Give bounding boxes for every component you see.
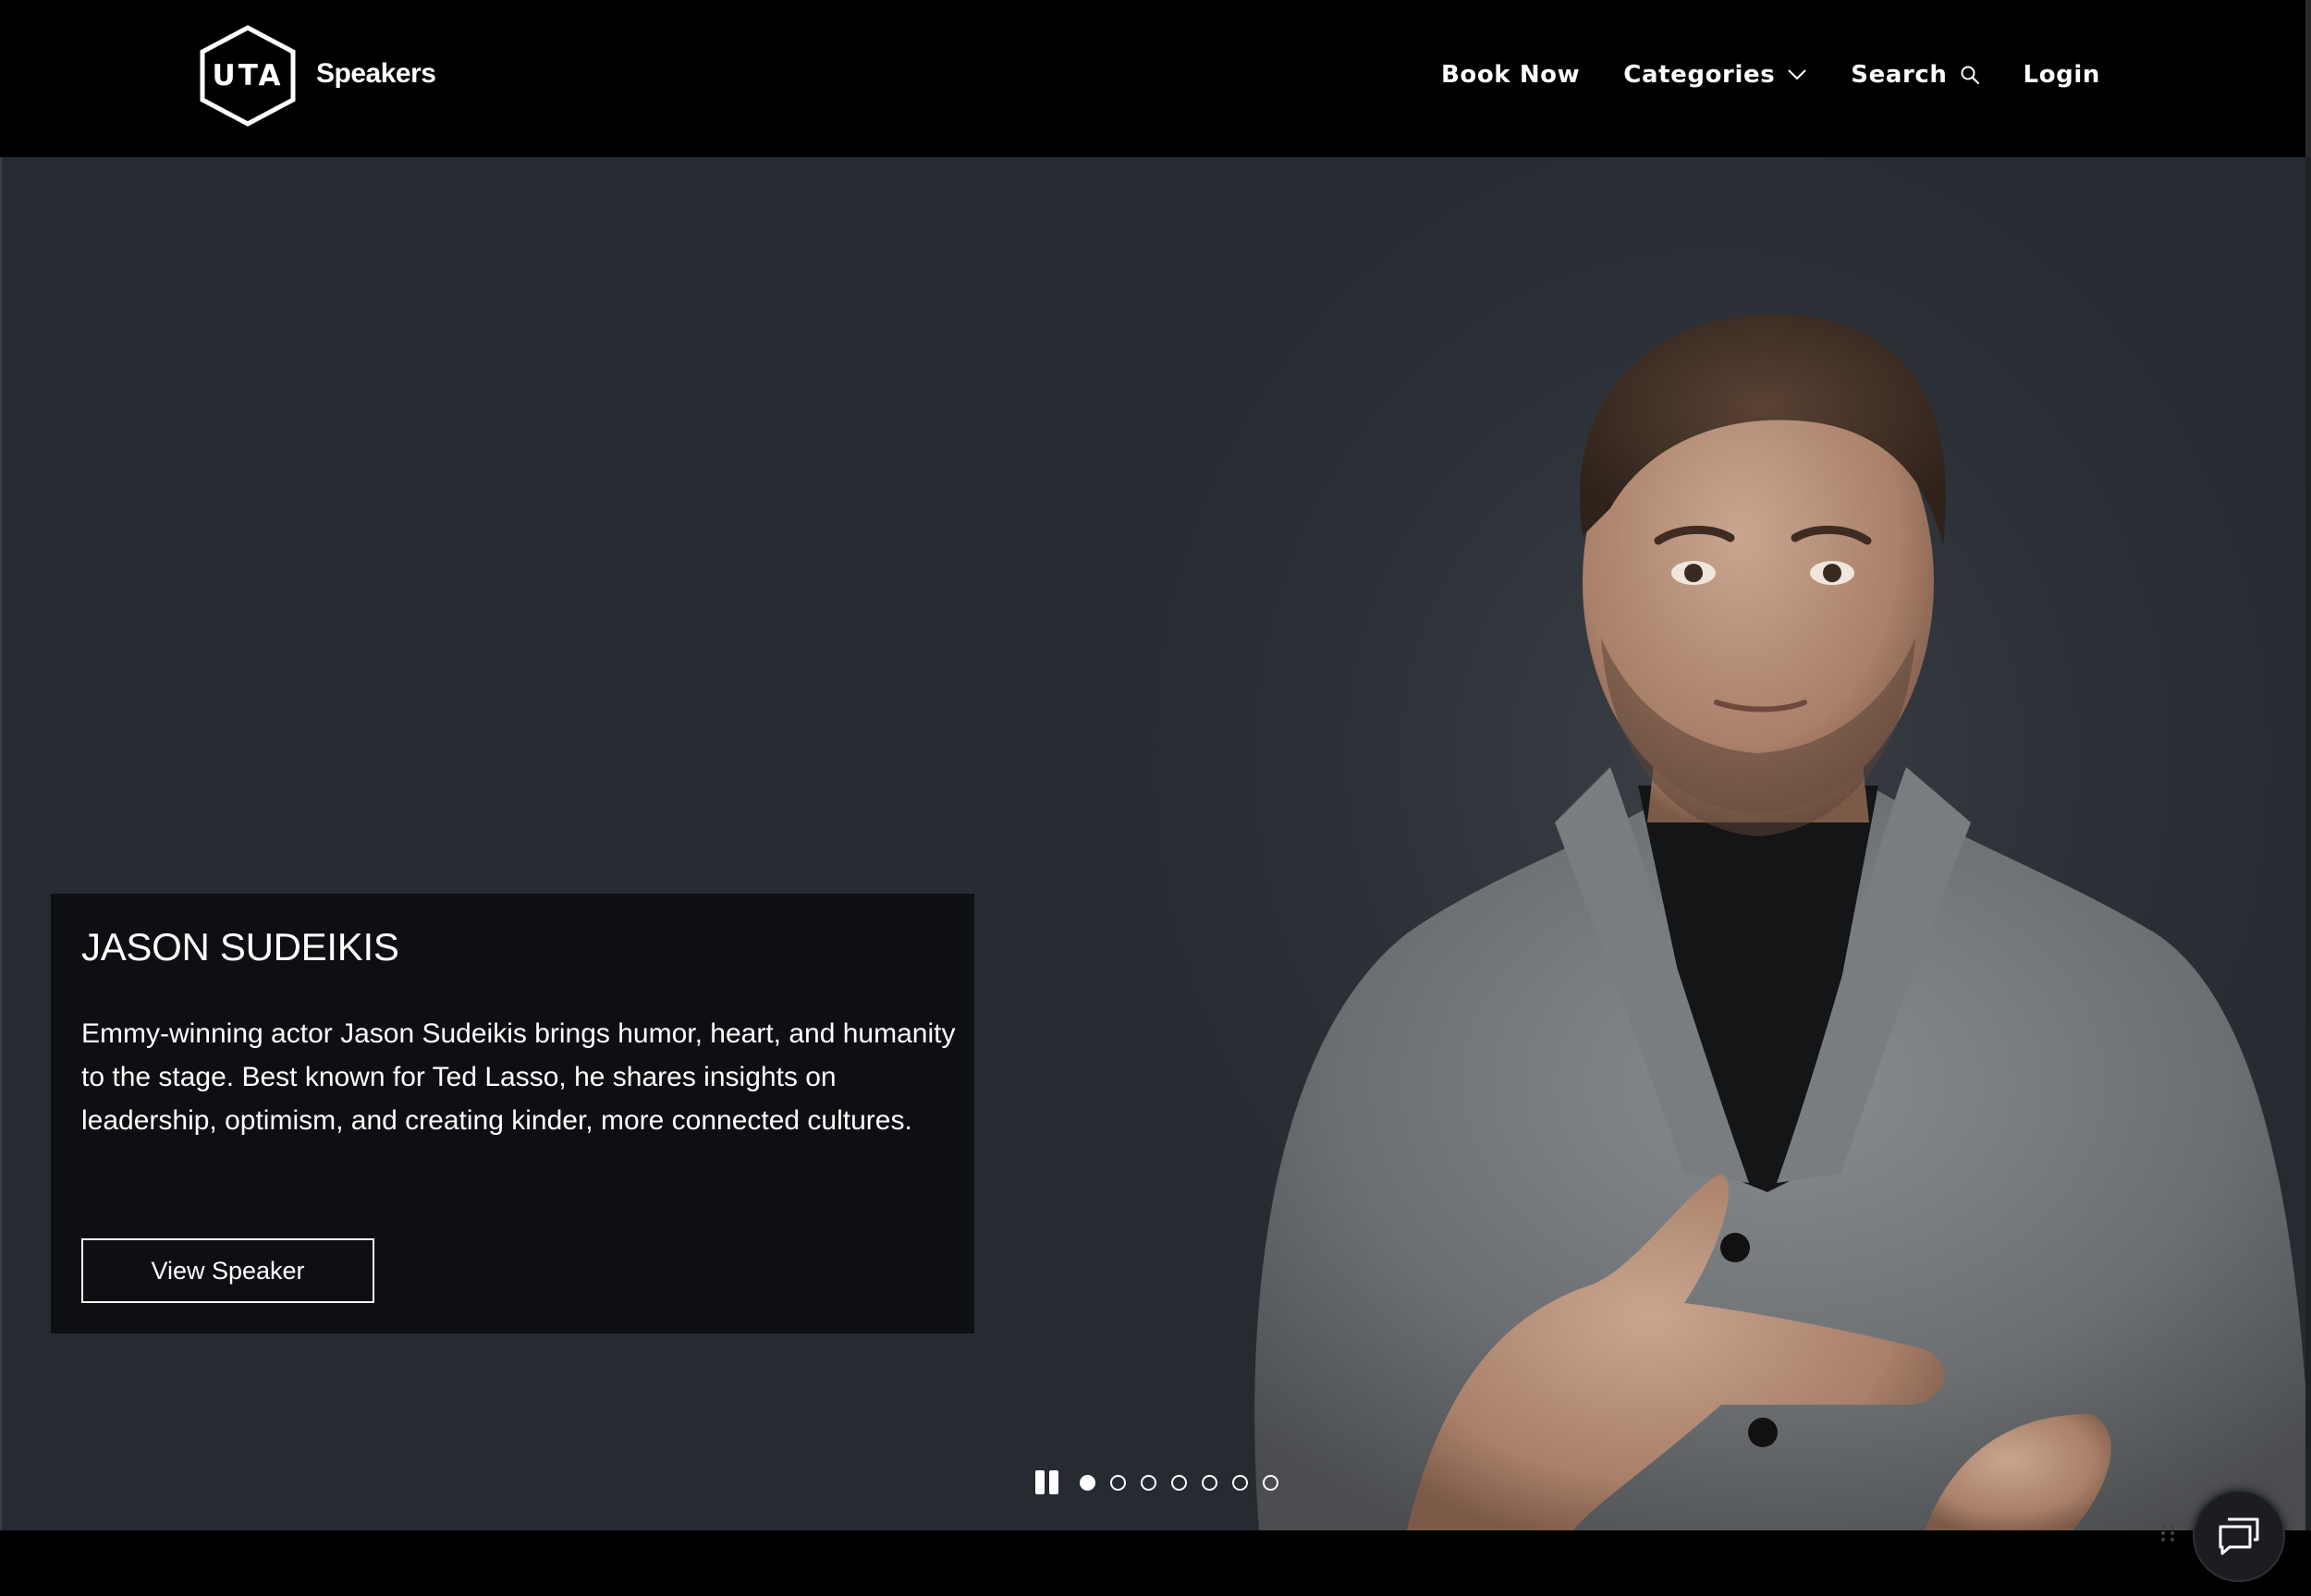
speaker-info-card: JASON SUDEIKIS Emmy-winning actor Jason … — [51, 894, 974, 1334]
carousel-dot-2[interactable] — [1110, 1474, 1126, 1491]
nav-search[interactable]: Search — [1851, 61, 1979, 89]
nav-book-now-label: Book Now — [1440, 61, 1581, 89]
nav-categories-label: Categories — [1623, 61, 1776, 89]
nav-book-now[interactable]: Book Now — [1441, 61, 1580, 89]
nav-search-label: Search — [1851, 61, 1948, 89]
page: UTA Speakers Book Now Categories Search — [0, 0, 2311, 1596]
speaker-portrait-image — [1254, 313, 2305, 1530]
carousel-dot-7[interactable] — [1263, 1474, 1278, 1491]
uta-logo[interactable]: UTA — [197, 24, 299, 128]
footer-strip — [0, 1530, 2311, 1596]
carousel-controls — [1035, 1470, 1293, 1494]
carousel-dot-5[interactable] — [1202, 1474, 1217, 1491]
nav-login-label: Login — [2023, 61, 2100, 89]
chat-icon — [2219, 1517, 2259, 1555]
chat-button[interactable] — [2193, 1490, 2285, 1582]
carousel-dot-3[interactable] — [1141, 1474, 1156, 1491]
brand-name[interactable]: Speakers — [316, 58, 436, 90]
logo-text: UTA — [212, 59, 284, 92]
carousel-dot-4[interactable] — [1171, 1474, 1187, 1491]
site-header: UTA Speakers Book Now Categories Search — [0, 0, 2311, 157]
view-speaker-button[interactable]: View Speaker — [81, 1238, 374, 1303]
main-nav: Book Now Categories Search Login — [1441, 61, 2100, 89]
speaker-description: Emmy-winning actor Jason Sudeikis brings… — [81, 1018, 956, 1136]
pause-icon[interactable] — [1035, 1470, 1059, 1494]
nav-login[interactable]: Login — [2024, 61, 2100, 89]
speaker-name: JASON SUDEIKIS — [81, 925, 399, 969]
hero-carousel: JASON SUDEIKIS Emmy-winning actor Jason … — [0, 157, 2311, 1530]
chevron-down-icon — [1788, 69, 1806, 80]
carousel-dot-6[interactable] — [1232, 1474, 1248, 1491]
carousel-dot-1[interactable] — [1080, 1474, 1095, 1491]
nav-categories[interactable]: Categories — [1623, 61, 1807, 89]
search-icon — [1961, 66, 1979, 85]
drag-handle-icon[interactable] — [2159, 1523, 2178, 1543]
